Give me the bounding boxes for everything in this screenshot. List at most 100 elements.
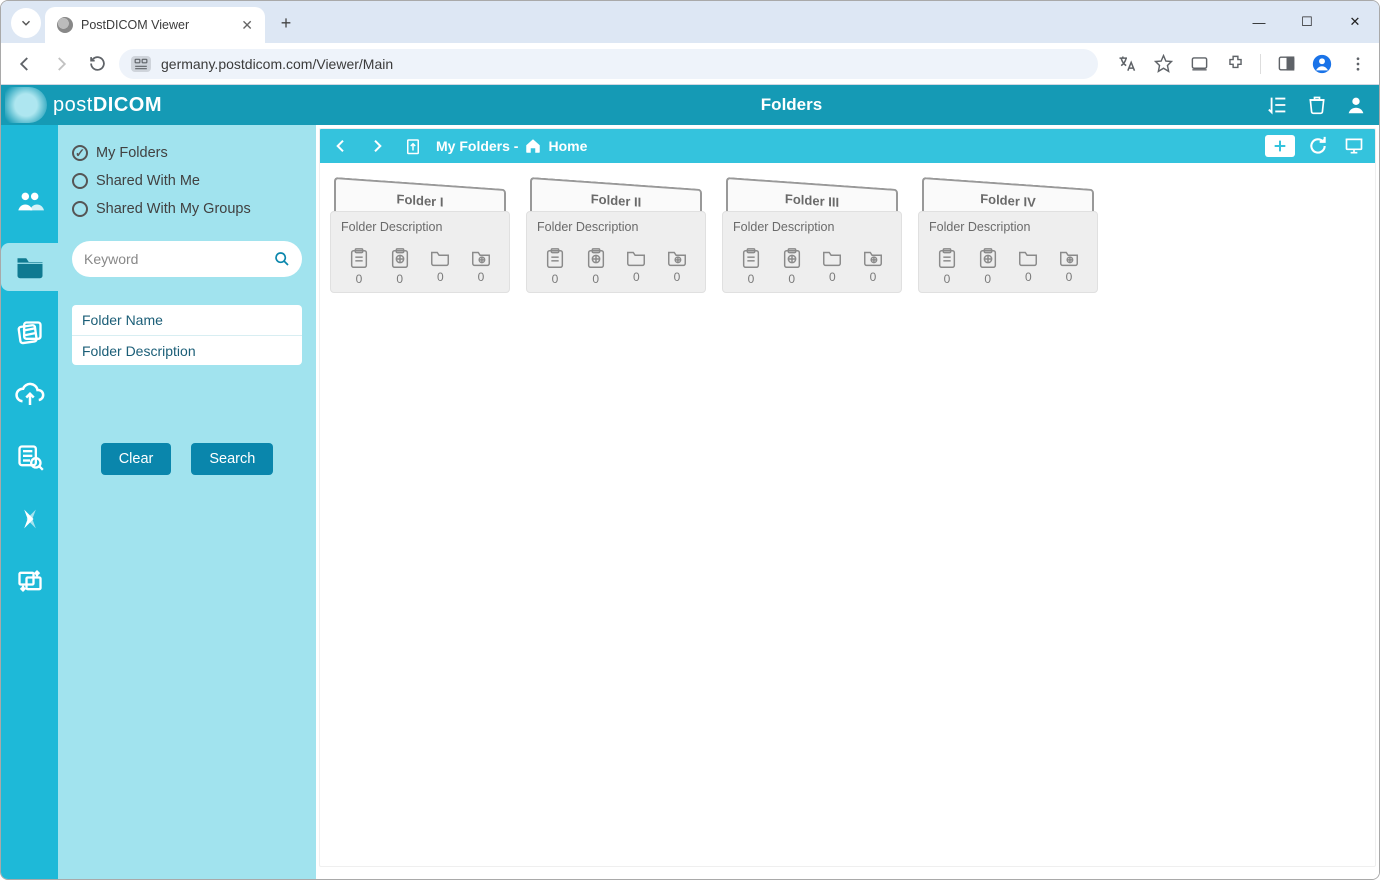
user-icon[interactable] [1345,94,1367,116]
folder-description-input[interactable]: Folder Description [72,335,302,365]
trash-icon[interactable] [1307,94,1327,116]
folder-stat: 0 [578,248,614,286]
keyword-input[interactable]: Keyword [72,241,302,277]
nav-worklist[interactable] [10,437,50,477]
local-patients-icon [348,248,370,270]
shared-patients-icon [977,248,999,270]
tab-search-button[interactable] [11,8,41,38]
folder-tab: Folder I [334,179,506,213]
folder-stat: 0 [814,248,850,286]
stat-value: 0 [478,270,485,284]
sidepanel-icon[interactable] [1275,53,1297,75]
nav-exchange[interactable] [10,499,50,539]
folder-card[interactable]: Folder IV Folder Description 0 0 0 0 [918,179,1098,293]
search-icon [274,251,290,267]
translate-icon[interactable] [1116,53,1138,75]
url-text: germany.postdicom.com/Viewer/Main [161,56,393,72]
reload-button[interactable] [83,50,111,78]
stat-value: 0 [1025,270,1032,284]
folder-card[interactable]: Folder II Folder Description 0 0 0 0 [526,179,706,293]
scope-radio-0[interactable]: My Folders [72,145,302,161]
stat-value: 0 [592,272,599,286]
nav-forward-button[interactable] [364,133,390,159]
site-info-icon[interactable] [131,56,151,72]
window-maximize-button[interactable]: ☐ [1283,1,1331,43]
stat-value: 0 [552,272,559,286]
stat-value: 0 [356,272,363,286]
local-patients-icon [544,248,566,270]
brand-logo-icon [5,87,47,123]
folder-stat: 0 [733,248,769,286]
refresh-button[interactable] [1305,133,1331,159]
folder-stat: 0 [855,248,891,286]
nav-up-button[interactable] [400,133,426,159]
nav-upload[interactable] [10,375,50,415]
nav-users[interactable] [10,181,50,221]
subfolders-icon [625,248,647,268]
stat-value: 0 [1066,270,1073,284]
folder-description: Folder Description [929,220,1087,234]
folder-card[interactable]: Folder I Folder Description 0 0 0 0 [330,179,510,293]
bookmark-star-icon[interactable] [1152,53,1174,75]
back-button[interactable] [11,50,39,78]
browser-menu-icon[interactable] [1347,53,1369,75]
sort-icon[interactable] [1267,94,1289,116]
app-header: postDICOM Folders [1,85,1379,125]
stat-value: 0 [984,272,991,286]
address-bar[interactable]: germany.postdicom.com/Viewer/Main [119,49,1098,79]
forward-button[interactable] [47,50,75,78]
folder-description: Folder Description [341,220,499,234]
folder-stat: 0 [382,248,418,286]
nav-studies[interactable] [10,313,50,353]
folder-stat: 0 [774,248,810,286]
stat-value: 0 [748,272,755,286]
tab-close-icon[interactable]: ✕ [241,17,253,34]
browser-titlebar: PostDICOM Viewer ✕ + — ☐ ✕ [1,1,1379,43]
page-title: Folders [316,95,1267,115]
folder-name-input[interactable]: Folder Name [72,305,302,335]
shared-patients-icon [781,248,803,270]
main-content: My Folders - Home [316,125,1379,879]
folder-description: Folder Description [537,220,695,234]
search-panel: My Folders Shared With Me Shared With My G… [58,125,316,879]
browser-tab[interactable]: PostDICOM Viewer ✕ [45,7,265,43]
breadcrumb[interactable]: My Folders - Home [436,137,587,155]
stat-value: 0 [437,270,444,284]
app-root: postDICOM Folders [1,85,1379,879]
stat-value: 0 [633,270,640,284]
browser-toolbar: germany.postdicom.com/Viewer/Main [1,43,1379,85]
folder-stat: 0 [1051,248,1087,286]
new-folder-button[interactable] [1265,135,1295,157]
radio-checked-icon [72,145,88,161]
home-icon [524,137,542,155]
presentation-icon[interactable] [1341,133,1367,159]
window-minimize-button[interactable]: — [1235,1,1283,43]
folder-stat: 0 [929,248,965,286]
extensions-icon[interactable] [1224,53,1246,75]
nav-back-button[interactable] [328,133,354,159]
local-patients-icon [740,248,762,270]
window-close-button[interactable]: ✕ [1331,1,1379,43]
folder-card[interactable]: Folder IIIFolder Description0000 [722,179,902,293]
stat-value: 0 [870,270,877,284]
stat-value: 0 [788,272,795,286]
shared-patients-icon [585,248,607,270]
nav-sync[interactable] [10,561,50,601]
folder-description: Folder Description [733,220,891,234]
scope-radio-1[interactable]: Shared With Me [72,173,302,189]
shared-subfolders-icon [470,248,492,268]
radio-icon [72,201,88,217]
folder-tab: Folder IV [922,179,1094,213]
profile-icon[interactable] [1311,53,1333,75]
nav-folders[interactable] [1,243,59,291]
folder-stat: 0 [422,248,458,286]
new-tab-button[interactable]: + [271,8,301,38]
screen-icon[interactable] [1188,53,1210,75]
folder-stat: 0 [659,248,695,286]
folder-stat: 0 [970,248,1006,286]
folder-tab: Folder II [530,179,702,213]
folder-stat: 0 [537,248,573,286]
clear-button[interactable]: Clear [101,443,172,475]
search-button[interactable]: Search [191,443,273,475]
scope-radio-2[interactable]: Shared With My Groups [72,201,302,217]
